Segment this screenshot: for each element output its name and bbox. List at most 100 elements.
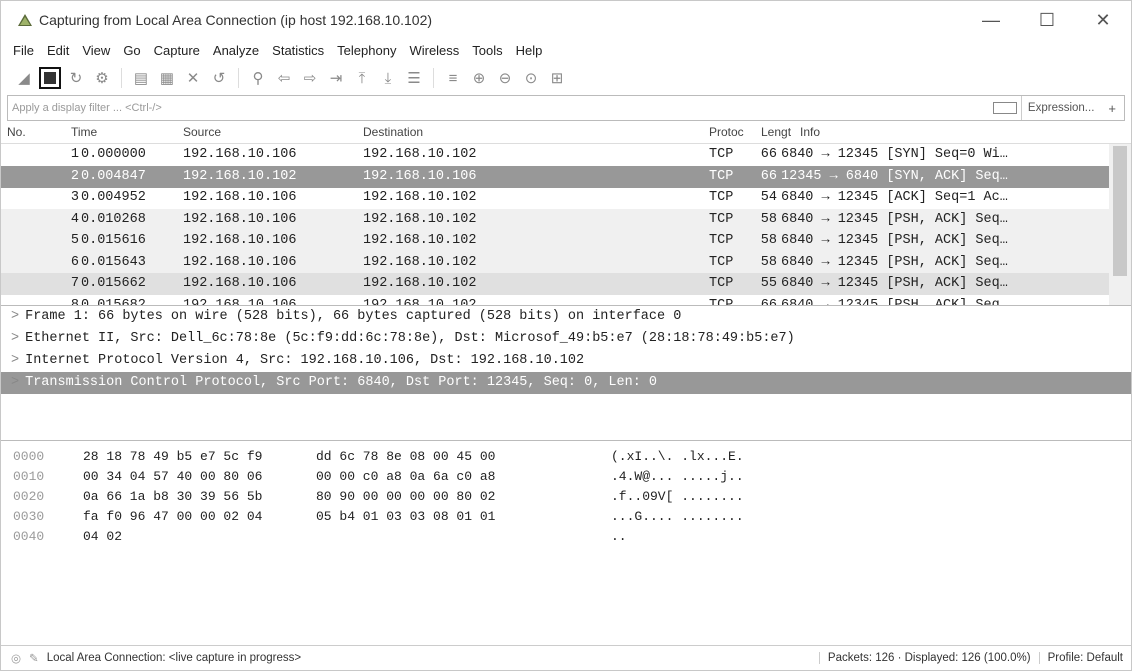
forward-icon[interactable]: ⇨ <box>299 67 321 89</box>
hex-row[interactable]: 0030 fa f0 96 47 00 00 02 04 05 b4 01 03… <box>1 507 1131 527</box>
packet-cell-proto: TCP <box>709 190 734 205</box>
packet-cell-time: 0.015682 <box>81 297 146 306</box>
packet-cell-src: 192.168.10.106 <box>183 211 297 227</box>
packet-cell-len: 58 <box>760 254 777 270</box>
expand-arrow-icon[interactable]: > <box>11 353 19 368</box>
packet-cell-dst: 192.168.10.106 <box>363 168 477 184</box>
packet-cell-src: 192.168.10.106 <box>183 297 297 306</box>
menu-bar: File Edit View Go Capture Analyze Statis… <box>1 39 1131 61</box>
packet-cell-no: 7 <box>70 276 79 291</box>
hex-row[interactable]: 0040 04 02 .. <box>1 527 1131 547</box>
expression-button[interactable]: Expression... <box>1020 96 1100 120</box>
bookmark-icon[interactable] <box>992 102 1017 114</box>
col-no[interactable]: No. <box>7 125 26 139</box>
col-length[interactable]: Lengt <box>761 125 791 139</box>
packet-cell-proto: TCP <box>709 211 734 227</box>
packet-row[interactable]: 7 0.015662 192.168.10.106 192.168.10.102 TCP… <box>1 273 1111 295</box>
options-icon[interactable]: ⚙ <box>91 67 113 89</box>
open-icon[interactable]: ▤ <box>130 67 152 89</box>
expand-arrow-icon[interactable]: > <box>11 375 19 390</box>
shark-fin-icon[interactable]: ◢ <box>13 67 35 89</box>
status-bar: ◎ ✎ Local Area Connection: <live capture… <box>1 645 1131 670</box>
detail-frame[interactable]: > Frame 1: 66 bytes on wire (528 bits), 6… <box>1 306 1131 328</box>
packet-cell-no: 1 <box>70 147 79 162</box>
hex-row[interactable]: 0010 00 34 04 57 40 00 80 06 00 00 c0 a8… <box>1 467 1131 487</box>
restart-icon[interactable]: ↻ <box>65 67 87 89</box>
packet-cell-info: 6840 → 12345 [PSH, ACK] Seq… <box>781 276 1008 291</box>
zoom-out-icon[interactable]: ⊖ <box>494 67 516 89</box>
packet-cell-src: 192.168.10.106 <box>183 147 297 162</box>
menu-edit[interactable]: Edit <box>47 43 69 58</box>
menu-wireless[interactable]: Wireless <box>409 43 459 58</box>
packet-cell-no: 2 <box>70 168 79 184</box>
packet-cell-proto: TCP <box>709 168 734 184</box>
col-time[interactable]: Time <box>71 125 97 139</box>
col-protocol[interactable]: Protoc <box>709 125 744 139</box>
packet-row[interactable]: 6 0.015643 192.168.10.106 192.168.10.102 TCP… <box>1 251 1111 274</box>
minimize-button[interactable]: — <box>963 1 1019 39</box>
zoom-reset-icon[interactable]: ⊙ <box>520 67 542 89</box>
packet-cell-info: 6840 → 12345 [SYN] Seq=0 Wi… <box>781 147 1008 162</box>
packet-row[interactable]: 5 0.015616 192.168.10.106 192.168.10.102 TCP… <box>1 230 1111 252</box>
save-icon[interactable]: ▦ <box>156 67 178 89</box>
expand-arrow-icon[interactable]: > <box>11 331 19 346</box>
packet-row[interactable]: 4 0.010268 192.168.10.106 192.168.10.102 TCP… <box>1 208 1111 231</box>
packet-list-scrollbar[interactable] <box>1109 144 1131 305</box>
packet-cell-proto: TCP <box>709 276 734 291</box>
expand-arrow-icon[interactable]: > <box>11 309 19 324</box>
display-filter[interactable]: Apply a display filter ... <Ctrl-/> Expr… <box>7 95 1125 121</box>
hex-row[interactable]: 0000 28 18 78 49 b5 e7 5c f9 dd 6c 78 8e… <box>1 447 1131 467</box>
col-destination[interactable]: Destination <box>363 125 423 139</box>
close-file-icon[interactable]: ✕ <box>182 67 204 89</box>
detail-ethernet[interactable]: > Ethernet II, Src: Dell_6c:78:8e (5c:f9:… <box>1 328 1131 350</box>
packet-row[interactable]: 1 0.000000 192.168.10.106 192.168.10.102 TCP… <box>1 144 1111 166</box>
packet-cell-len: 66 <box>760 168 777 184</box>
menu-view[interactable]: View <box>82 43 110 58</box>
display-filter-input[interactable]: Apply a display filter ... <Ctrl-/> <box>8 102 993 114</box>
add-filter-button[interactable]: + <box>1100 101 1124 116</box>
detail-tcp[interactable]: > Transmission Control Protocol, Src Port… <box>1 372 1131 394</box>
packet-cell-src: 192.168.10.102 <box>183 168 297 184</box>
packet-cell-info: 6840 → 12345 [PSH, ACK] Seq… <box>781 233 1008 248</box>
menu-help[interactable]: Help <box>516 43 543 58</box>
col-source[interactable]: Source <box>183 125 221 139</box>
packet-cell-src: 192.168.10.106 <box>183 233 297 248</box>
maximize-button[interactable]: ☐ <box>1019 1 1075 39</box>
close-button[interactable]: ✕ <box>1075 1 1131 39</box>
menu-analyze[interactable]: Analyze <box>213 43 259 58</box>
title-bar: Capturing from Local Area Connection (ip… <box>1 1 1131 39</box>
stop-icon[interactable] <box>39 67 61 89</box>
colorize-icon[interactable]: ≡ <box>442 67 464 89</box>
packet-cell-no: 3 <box>70 190 79 205</box>
profile-selector[interactable]: Profile: Default <box>1038 652 1131 664</box>
menu-statistics[interactable]: Statistics <box>272 43 324 58</box>
menu-tools[interactable]: Tools <box>472 43 502 58</box>
first-icon[interactable]: ⤒ <box>351 67 373 89</box>
reload-icon[interactable]: ↺ <box>208 67 230 89</box>
menu-capture[interactable]: Capture <box>154 43 200 58</box>
packet-bytes: 0000 28 18 78 49 b5 e7 5c f9 dd 6c 78 8e… <box>1 441 1131 590</box>
find-icon[interactable]: ⚲ <box>247 67 269 89</box>
window-title: Capturing from Local Area Connection (ip… <box>39 12 433 28</box>
packet-row[interactable]: 3 0.004952 192.168.10.106 192.168.10.102 TCP… <box>1 187 1111 209</box>
capture-comment-icon[interactable]: ✎ <box>29 651 39 665</box>
back-icon[interactable]: ⇦ <box>273 67 295 89</box>
hex-row[interactable]: 0020 0a 66 1a b8 30 39 56 5b 80 90 00 00… <box>1 487 1131 507</box>
packet-list-scroll-thumb[interactable] <box>1113 146 1127 276</box>
col-info[interactable]: Info <box>800 125 820 139</box>
packet-cell-no: 8 <box>70 297 79 306</box>
packet-row[interactable]: 2 0.004847 192.168.10.102 192.168.10.106 TCP… <box>1 165 1111 188</box>
menu-file[interactable]: File <box>13 43 34 58</box>
zoom-in-icon[interactable]: ⊕ <box>468 67 490 89</box>
menu-go[interactable]: Go <box>123 43 140 58</box>
last-icon[interactable]: ⤓ <box>377 67 399 89</box>
goto-icon[interactable]: ⇥ <box>325 67 347 89</box>
packet-cell-dst: 192.168.10.102 <box>363 233 477 248</box>
expert-info-icon[interactable]: ◎ <box>11 651 21 665</box>
packet-row[interactable]: 8 0.015682 192.168.10.106 192.168.10.102 TCP… <box>1 295 1111 306</box>
resize-columns-icon[interactable]: ⊞ <box>546 67 568 89</box>
detail-ip[interactable]: > Internet Protocol Version 4, Src: 192.1… <box>1 350 1131 372</box>
menu-telephony[interactable]: Telephony <box>337 43 396 58</box>
packet-details: > Frame 1: 66 bytes on wire (528 bits), 6… <box>1 306 1131 440</box>
autoscroll-icon[interactable]: ☰ <box>403 67 425 89</box>
